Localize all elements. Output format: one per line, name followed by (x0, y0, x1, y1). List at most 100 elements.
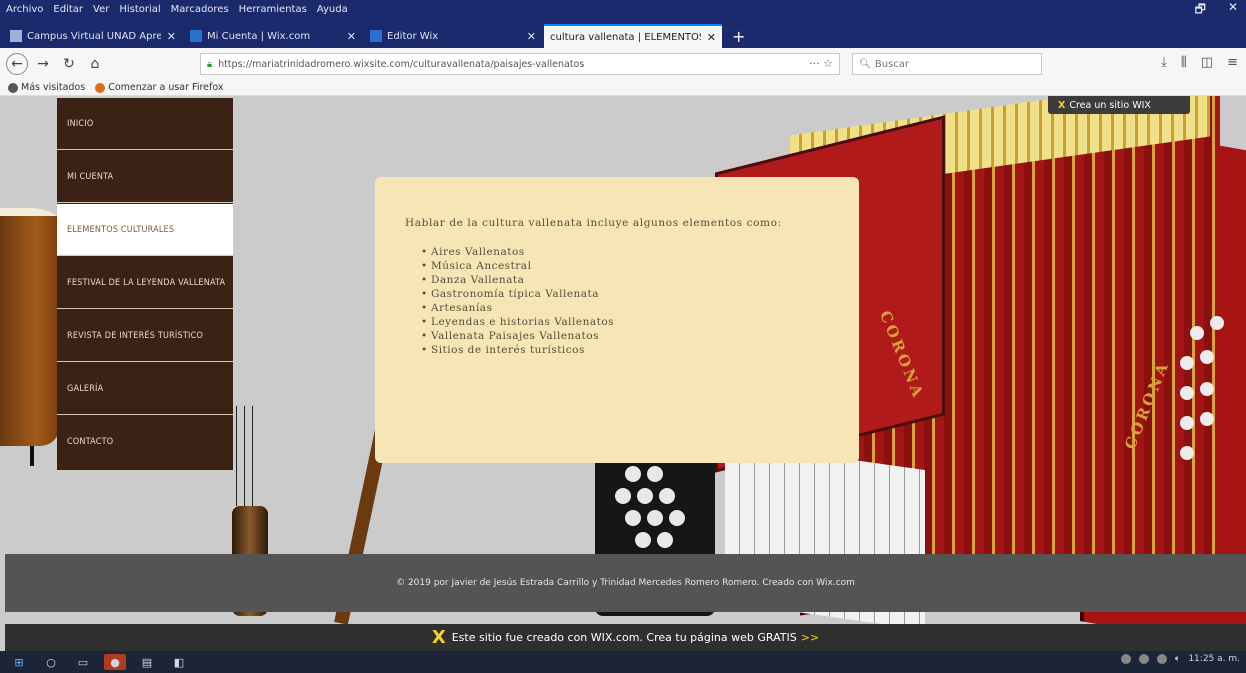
nav-item-contacto[interactable]: CONTACTO (57, 416, 233, 468)
nav-item-festival[interactable]: FESTIVAL DE LA LEYENDA VALLENATA (57, 257, 233, 309)
back-button[interactable]: ← (6, 53, 28, 75)
windows-start-icon[interactable]: ⊞ (8, 654, 30, 670)
clock[interactable]: 11:25 a. m. (1188, 654, 1240, 664)
menu-ayuda[interactable]: Ayuda (317, 4, 348, 15)
nav-item-elementos-culturales[interactable]: ELEMENTOS CULTURALES (57, 204, 233, 256)
create-wix-site-badge[interactable]: X Crea un sitio WIX (1048, 96, 1190, 114)
page-actions[interactable]: ··· ☆ (809, 57, 833, 70)
menu-archivo[interactable]: Archivo (6, 4, 43, 15)
volume-icon[interactable]: 🔈︎ (1175, 654, 1180, 664)
bass-button (637, 488, 653, 504)
home-button[interactable]: ⌂ (84, 53, 106, 75)
forward-button[interactable]: → (32, 53, 54, 75)
favicon-icon (10, 30, 22, 42)
caja-drum-image (0, 216, 60, 446)
search-icon[interactable]: ○ (40, 654, 62, 670)
menu-historial[interactable]: Historial (119, 4, 160, 15)
treble-button (1180, 446, 1194, 460)
new-tab-button[interactable]: + (724, 24, 753, 48)
treble-button (1180, 356, 1194, 370)
site-navigation-menu: INICIO MI CUENTA ELEMENTOS CULTURALES FE… (57, 98, 233, 470)
list-item: Sitios de interés turísticos (421, 343, 829, 357)
close-tab-icon[interactable]: ✕ (707, 31, 716, 44)
search-icon: 🔍︎ (859, 58, 875, 70)
page-viewport: CORONA CORONA INICIO MI CUENTA ELEMENTOS… (0, 96, 1246, 651)
list-item: Música Ancestral (421, 259, 829, 273)
menu-marcadores[interactable]: Marcadores (171, 4, 229, 15)
toolbar-right: ⤓ ⫼ ◫ ≡ (1161, 55, 1238, 70)
hamburger-menu-icon[interactable]: ≡ (1227, 55, 1238, 70)
treble-button (1200, 350, 1214, 364)
accordion-treble-buttons (1160, 306, 1240, 506)
bass-button (625, 510, 641, 526)
wix-favicon-icon (190, 30, 202, 42)
firefox-taskbar-icon[interactable]: ● (104, 654, 126, 670)
search-placeholder: Buscar (874, 58, 910, 70)
bass-button (659, 488, 675, 504)
wix-promo-cta[interactable]: >> (801, 631, 819, 644)
treble-button (1210, 316, 1224, 330)
windows-taskbar: ⊞ ○ ▭ ● ▤ ◧ 🔈︎ 11:25 a. m. (0, 651, 1246, 673)
tab-title: Editor Wix (387, 30, 439, 42)
nav-item-inicio[interactable]: INICIO (57, 98, 233, 150)
tab-title: cultura vallenata | ELEMENTOS CULTU (550, 31, 701, 43)
task-view-icon[interactable]: ▭ (72, 654, 94, 670)
tab-title: Mi Cuenta | Wix.com (207, 30, 311, 42)
lock-icon: 🔒︎ (207, 58, 213, 70)
footer-text: © 2019 por Javier de Jesús Estrada Carri… (396, 578, 855, 588)
list-item: Gastronomía típica Vallenata (421, 287, 829, 301)
tab-mi-cuenta[interactable]: Mi Cuenta | Wix.com ✕ (184, 24, 362, 48)
tray-icon[interactable] (1138, 654, 1149, 664)
tab-title: Campus Virtual UNAD Aprendiendo (27, 30, 161, 42)
reload-button[interactable]: ↻ (58, 53, 80, 75)
navigation-toolbar: ← → ↻ ⌂ 🔒︎ https://mariatrinidadromero.w… (0, 48, 1246, 80)
bass-button (657, 532, 673, 548)
treble-button (1180, 416, 1194, 430)
menu-editar[interactable]: Editar (53, 4, 83, 15)
url-bar[interactable]: 🔒︎ https://mariatrinidadromero.wixsite.c… (200, 53, 840, 75)
tab-editor-wix[interactable]: Editor Wix ✕ (364, 24, 542, 48)
list-item: Aires Vallenatos (421, 245, 829, 259)
menu-bar: Archivo Editar Ver Historial Marcadores … (0, 0, 1246, 18)
list-item: Leyendas e historias Vallenatos (421, 315, 829, 329)
treble-button (1190, 326, 1204, 340)
close-tab-icon[interactable]: ✕ (527, 30, 536, 43)
bookmark-most-visited[interactable]: Más visitados (8, 82, 85, 93)
guacharaca-wire (236, 406, 237, 506)
tray-icon[interactable] (1156, 654, 1167, 664)
library-icon[interactable]: ⫼ (1181, 55, 1187, 70)
close-tab-icon[interactable]: ✕ (167, 30, 176, 43)
nav-item-mi-cuenta[interactable]: MI CUENTA (57, 151, 233, 203)
wix-promo-text: Este sitio fue creado con WIX.com. Crea … (451, 631, 797, 644)
sidebar-icon[interactable]: ◫ (1201, 55, 1213, 70)
wix-favicon-icon (370, 30, 382, 42)
list-item: Vallenata Paisajes Vallenatos (421, 329, 829, 343)
close-tab-icon[interactable]: ✕ (347, 30, 356, 43)
tab-bar: Campus Virtual UNAD Aprendiendo ✕ Mi Cue… (0, 18, 1246, 48)
search-input[interactable]: 🔍︎ Buscar (852, 53, 1042, 75)
tab-cultura-vallenata[interactable]: cultura vallenata | ELEMENTOS CULTU ✕ (544, 24, 722, 48)
nav-item-revista[interactable]: REVISTA DE INTERÉS TURÍSTICO (57, 310, 233, 362)
system-tray: 🔈︎ 11:25 a. m. (1120, 654, 1240, 664)
nav-item-galeria[interactable]: GALERÍA (57, 363, 233, 415)
treble-button (1200, 382, 1214, 396)
tray-icon[interactable] (1120, 654, 1131, 664)
file-explorer-icon[interactable]: ▤ (136, 654, 158, 670)
bookmark-getting-started[interactable]: Comenzar a usar Firefox (95, 82, 224, 93)
content-intro: Hablar de la cultura vallenata incluye a… (405, 217, 782, 229)
menu-herramientas[interactable]: Herramientas (239, 4, 307, 15)
bass-button (625, 466, 641, 482)
elements-list: Aires Vallenatos Música Ancestral Danza … (405, 245, 829, 357)
tab-campus-unad[interactable]: Campus Virtual UNAD Aprendiendo ✕ (4, 24, 182, 48)
menu-ver[interactable]: Ver (93, 4, 109, 15)
list-item: Danza Vallenata (421, 273, 829, 287)
wix-promo-bar[interactable]: X Este sitio fue creado con WIX.com. Cre… (5, 624, 1246, 651)
guacharaca-wire (252, 406, 253, 506)
download-icon[interactable]: ⤓ (1161, 55, 1167, 70)
treble-button (1180, 386, 1194, 400)
bass-button (615, 488, 631, 504)
app-icon[interactable]: ◧ (168, 654, 190, 670)
drum-leg (30, 446, 34, 466)
guacharaca-wire (244, 406, 245, 506)
url-text: https://mariatrinidadromero.wixsite.com/… (218, 58, 585, 70)
